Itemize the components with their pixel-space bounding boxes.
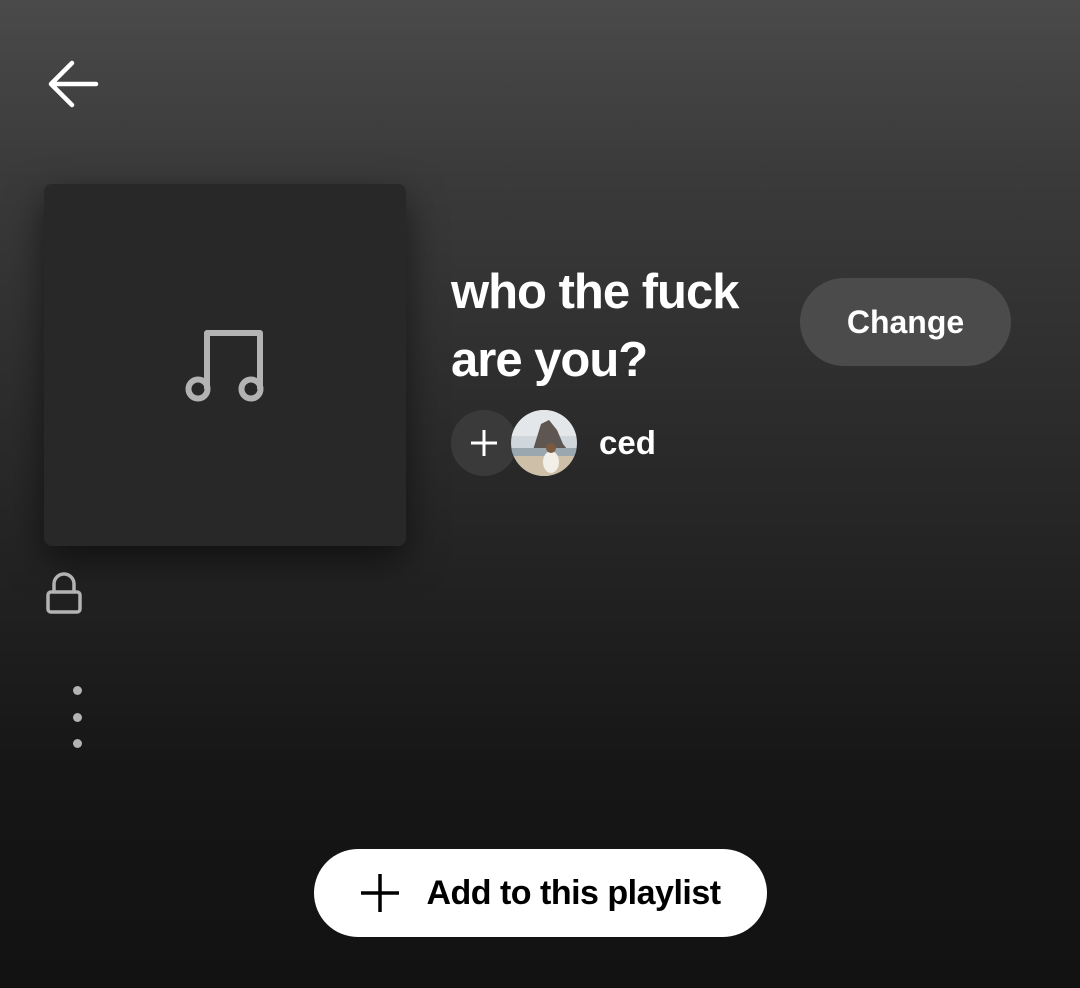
music-note-icon (185, 330, 264, 402)
owner-avatar[interactable] (511, 410, 577, 476)
avatar-image (511, 410, 577, 476)
arrow-left-icon (48, 60, 99, 108)
back-button[interactable] (40, 52, 104, 116)
playlist-title: who the fuck are you? (451, 265, 739, 387)
owner-name[interactable]: ced (599, 424, 656, 462)
more-vertical-icon (72, 739, 82, 748)
more-options-button[interactable] (60, 686, 94, 748)
privacy-button[interactable] (44, 572, 84, 616)
add-collaborator-button[interactable] (451, 410, 517, 476)
plus-icon (361, 874, 400, 912)
add-to-playlist-button[interactable]: Add to this playlist (314, 849, 767, 937)
plus-icon (471, 430, 497, 456)
more-vertical-icon (72, 686, 82, 695)
collaborators-row: ced (451, 410, 656, 476)
playlist-cover[interactable] (44, 184, 406, 546)
change-button[interactable]: Change (800, 278, 1011, 366)
add-to-playlist-label: Add to this playlist (426, 873, 721, 912)
lock-icon (46, 572, 82, 614)
more-vertical-icon (72, 712, 82, 722)
